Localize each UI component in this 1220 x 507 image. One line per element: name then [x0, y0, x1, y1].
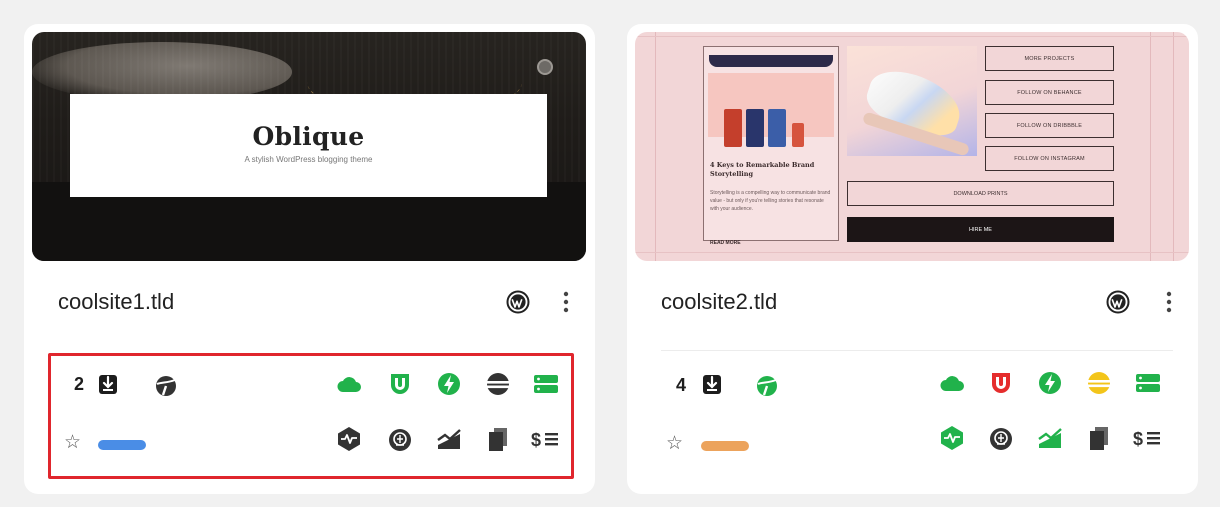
- shield-icon[interactable]: [988, 370, 1014, 396]
- site-name[interactable]: coolsite1.tld: [58, 289, 174, 315]
- site-card-2[interactable]: 4 Keys to Remarkable Brand Storytelling …: [627, 24, 1198, 494]
- pulse-icon[interactable]: [939, 425, 965, 451]
- favorite-star-icon[interactable]: ☆: [64, 433, 81, 453]
- cloud-icon[interactable]: [336, 372, 362, 398]
- thumbnail-follow-behance: FOLLOW ON BEHANCE: [985, 80, 1114, 105]
- striped-globe-icon[interactable]: [1086, 370, 1112, 396]
- more-options-icon[interactable]: [1165, 290, 1173, 314]
- site-card-1[interactable]: Oblique A stylish WordPress blogging the…: [24, 24, 595, 494]
- wordpress-icon[interactable]: [1106, 290, 1130, 314]
- thumbnail-sneaker-photo: [847, 46, 977, 157]
- more-options-icon[interactable]: [562, 290, 570, 314]
- striped-globe-icon[interactable]: [485, 371, 511, 397]
- pages-icon[interactable]: [485, 426, 511, 452]
- bolt-icon[interactable]: [436, 371, 462, 397]
- bolt-icon[interactable]: [1037, 370, 1063, 396]
- updates-globe-icon[interactable]: [755, 374, 779, 398]
- thumbnail-post-text: Storytelling is a compelling way to comm…: [710, 190, 831, 212]
- backup-count: 2: [74, 374, 85, 394]
- favorite-star-icon[interactable]: ☆: [666, 434, 683, 454]
- backup-count: 4: [676, 375, 687, 395]
- thumbnail-follow-dribbble: FOLLOW ON DRIBBBLE: [985, 113, 1114, 138]
- thumbnail-more-projects: MORE PROJECTS: [985, 46, 1114, 71]
- backup-download-icon[interactable]: [97, 372, 119, 396]
- brain-icon[interactable]: [988, 426, 1014, 452]
- trend-chart-icon[interactable]: [436, 426, 462, 452]
- server-icon[interactable]: [533, 371, 559, 397]
- color-label-pill[interactable]: [701, 441, 749, 451]
- site-name[interactable]: coolsite2.tld: [661, 289, 777, 315]
- server-icon[interactable]: [1135, 370, 1161, 396]
- thumbnail-hire-me: HIRE ME: [847, 217, 1114, 242]
- pages-icon[interactable]: [1086, 425, 1112, 451]
- updates-globe-icon[interactable]: [154, 374, 178, 398]
- site-thumbnail[interactable]: 4 Keys to Remarkable Brand Storytelling …: [635, 32, 1189, 261]
- thumbnail-follow-instagram: FOLLOW ON INSTAGRAM: [985, 146, 1114, 171]
- dollar-list-icon[interactable]: $: [1132, 425, 1162, 451]
- thumbnail-tagline: A stylish WordPress blogging theme: [244, 155, 373, 164]
- color-label-pill[interactable]: [98, 440, 146, 450]
- svg-text:$: $: [531, 430, 541, 450]
- trend-chart-icon[interactable]: [1037, 425, 1063, 451]
- thumbnail-read-more: READ MORE: [710, 240, 741, 246]
- site-thumbnail[interactable]: Oblique A stylish WordPress blogging the…: [32, 32, 586, 261]
- brain-icon[interactable]: [387, 427, 413, 453]
- wordpress-icon[interactable]: [506, 290, 530, 314]
- card-divider: [661, 350, 1173, 351]
- thumbnail-post-title: 4 Keys to Remarkable Brand Storytelling: [710, 161, 815, 178]
- shield-icon[interactable]: [387, 371, 413, 397]
- backup-download-icon[interactable]: [701, 372, 723, 396]
- svg-text:$: $: [1133, 429, 1143, 449]
- thumbnail-download-prints: DOWNLOAD PRINTS: [847, 181, 1114, 206]
- thumbnail-blog-post: 4 Keys to Remarkable Brand Storytelling …: [703, 46, 839, 246]
- thumbnail-title-box: Oblique A stylish WordPress blogging the…: [70, 94, 547, 197]
- cloud-icon[interactable]: [939, 371, 965, 397]
- dollar-list-icon[interactable]: $: [530, 426, 560, 452]
- thumbnail-logo: Oblique: [252, 122, 365, 151]
- pulse-icon[interactable]: [336, 426, 362, 452]
